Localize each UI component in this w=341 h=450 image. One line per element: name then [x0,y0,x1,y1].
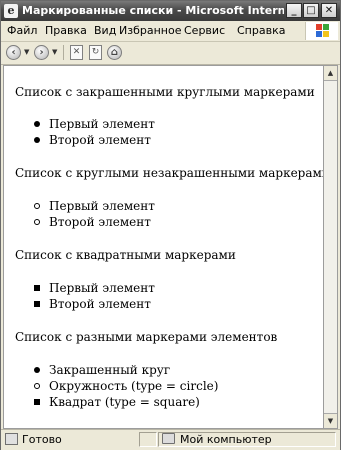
list-heading-square: Список с квадратными маркерами [15,248,236,262]
disc-bullet-icon [34,367,40,373]
list-item: Второй элемент [34,133,151,147]
menu-tools[interactable]: Сервис [184,25,225,37]
list-item: Первый элемент [34,117,155,131]
list-item: Квадрат (type = square) [34,395,200,409]
square-bullet-icon [34,285,40,291]
ie-page-icon: e [4,4,18,18]
list-item: Первый элемент [34,281,155,295]
vertical-scrollbar[interactable]: ▲ ▼ [323,65,338,429]
page-done-icon [5,433,18,445]
list-item: Второй элемент [34,215,151,229]
square-bullet-icon [34,301,40,307]
windows-logo-icon [305,22,338,40]
back-dropdown-icon[interactable]: ▼ [24,48,29,56]
window-title: Маркированные списки - Microsoft Interne… [22,4,284,17]
menu-view[interactable]: Вид [94,25,116,37]
stop-icon[interactable]: ✕ [70,45,83,60]
list-heading-circle: Список с круглыми незакрашенными маркера… [15,166,324,180]
scroll-up-icon[interactable]: ▲ [324,66,337,81]
status-text: Готово [22,433,62,446]
home-icon[interactable]: ⌂ [107,45,122,60]
status-panel [139,432,157,447]
page-content: Список с закрашенными круглыми маркерами… [3,65,324,429]
menu-help[interactable]: Справка [237,25,285,37]
square-bullet-icon [34,399,40,405]
browser-window: e Маркированные списки - Microsoft Inter… [0,0,341,450]
list-item: Первый элемент [34,199,155,213]
circle-bullet-icon [34,219,40,225]
forward-dropdown-icon[interactable]: ▼ [52,48,57,56]
refresh-icon[interactable]: ↻ [89,45,102,60]
circle-bullet-icon [34,203,40,209]
menu-edit[interactable]: Правка [45,25,87,37]
disc-bullet-icon [34,137,40,143]
list-heading-disc: Список с закрашенными круглыми маркерами [15,85,315,99]
maximize-button[interactable]: □ [303,3,319,18]
title-bar: e Маркированные списки - Microsoft Inter… [1,1,340,21]
back-icon[interactable]: ‹ [6,45,21,60]
list-heading-mixed: Список с разными маркерами элементов [15,330,278,344]
menu-bar: Файл Правка Вид Избранное Сервис Справка [1,21,340,42]
close-button[interactable]: ✕ [321,3,337,18]
list-item: Закрашенный круг [34,363,170,377]
scroll-down-icon[interactable]: ▼ [324,413,337,428]
toolbar: ‹ ▼ › ▼ ✕ ↻ ⌂ [1,42,340,65]
minimize-button[interactable]: _ [286,3,302,18]
status-bar: Готово Мой компьютер [1,429,340,450]
list-item: Окружность (type = circle) [34,379,218,393]
menu-favorites[interactable]: Избранное [119,25,181,37]
circle-bullet-icon [34,383,40,389]
disc-bullet-icon [34,121,40,127]
toolbar-separator [63,45,64,60]
zone-text: Мой компьютер [180,433,272,446]
computer-icon [162,433,175,444]
menu-file[interactable]: Файл [7,25,37,37]
forward-icon[interactable]: › [34,45,49,60]
list-item: Второй элемент [34,297,151,311]
